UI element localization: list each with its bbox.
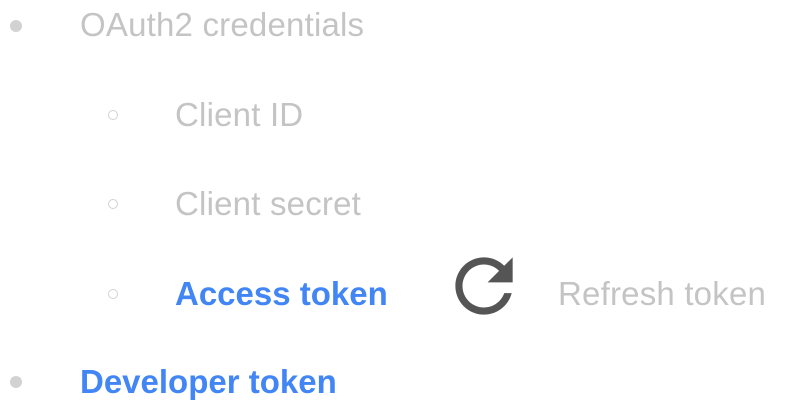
refresh-icon [455,257,513,315]
list-item-label: OAuth2 credentials [80,6,365,43]
list-item-refresh-token: Refresh token [558,269,766,319]
refresh-token-label: Refresh token [558,275,767,312]
bullet-client-secret [108,199,118,209]
list-item-developer-token: Developer token [80,357,337,407]
list-item-client-secret: Client secret [175,179,361,229]
list-item-access-token: Access token [175,269,388,319]
list-item-client-id: Client ID [175,90,303,140]
bullet-developer-token [10,376,22,388]
access-token-label: Access token [175,275,388,312]
bullet-oauth2 [10,20,22,32]
bullet-access-token [108,289,118,299]
bullet-client-id [108,110,118,120]
list-item-label: Client ID [175,96,304,133]
list-item-label: Client secret [175,185,362,222]
list-item-oauth2-credentials: OAuth2 credentials [80,0,364,50]
developer-token-label: Developer token [80,363,337,400]
